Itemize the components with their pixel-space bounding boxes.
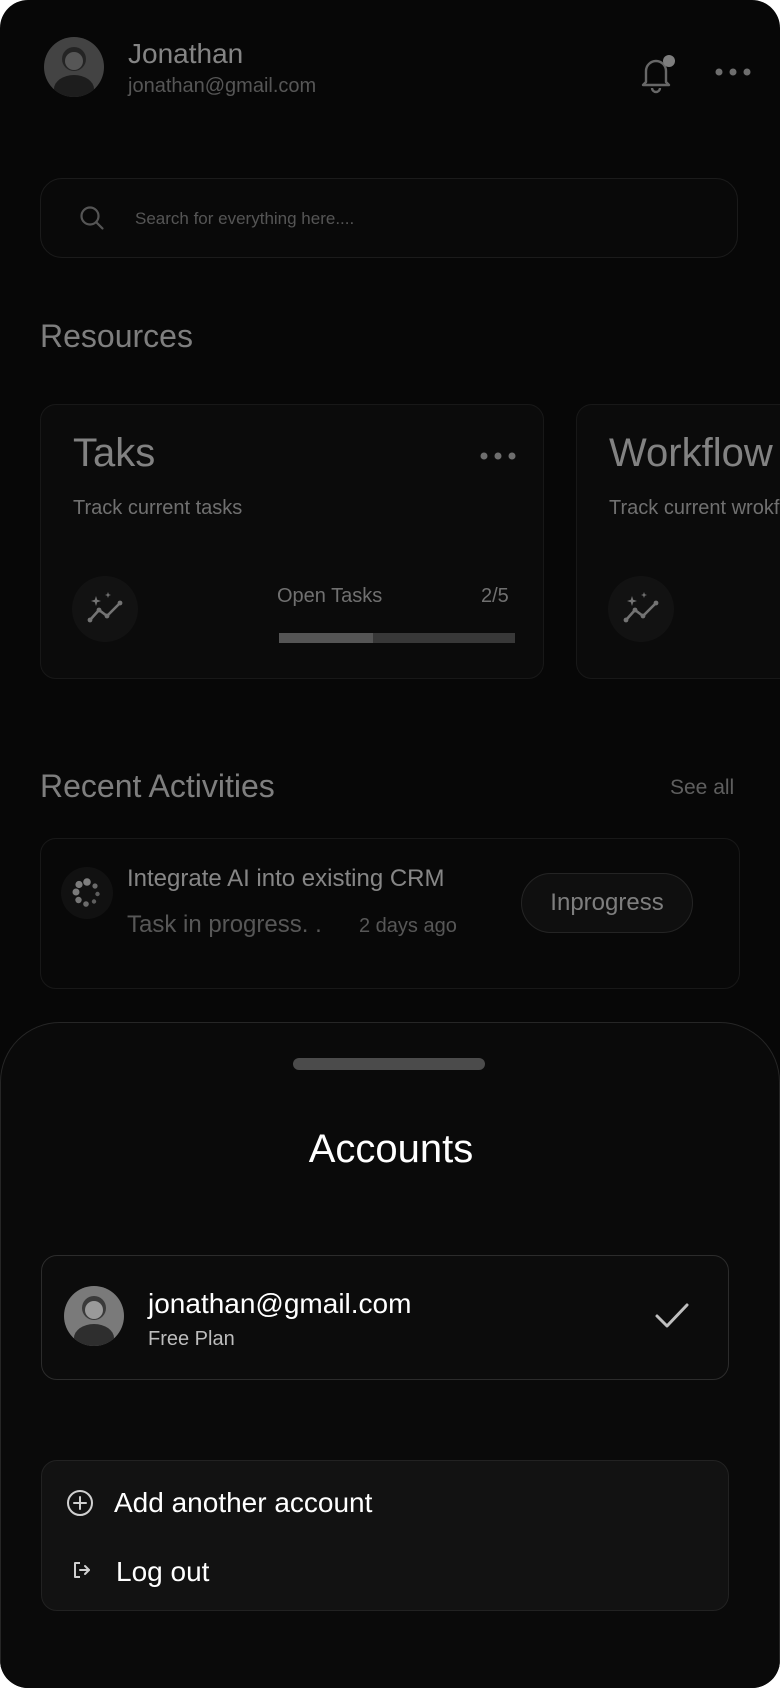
activity-status: Task in progress. . [127,911,322,938]
account-plan: Free Plan [148,1328,235,1350]
plus-circle-icon [66,1489,94,1517]
activity-title: Integrate AI into existing CRM [127,865,445,892]
accounts-sheet: Accounts jonathan@gmail.com Free Plan Ad… [0,1022,780,1688]
search-bar[interactable]: Search for everything here.... [40,178,738,258]
search-input[interactable]: Search for everything here.... [135,209,354,229]
activity-item[interactable]: Integrate AI into existing CRM Task in p… [40,838,740,989]
logout-label: Log out [116,1556,210,1587]
card-title: Workflow [609,431,773,475]
user-email: jonathan@gmail.com [128,75,317,97]
progress-fill [279,633,374,643]
check-icon [654,1300,690,1332]
more-horizontal-icon[interactable] [479,449,519,461]
sheet-handle[interactable] [293,1058,485,1070]
account-options: Add another account Log out [41,1460,729,1611]
recent-activities-title: Recent Activities [40,768,275,804]
logout-icon [72,1560,92,1580]
loader-icon [61,867,113,919]
logout-button[interactable]: Log out [42,1536,728,1611]
activity-time: 2 days ago [359,915,457,937]
add-account-button[interactable]: Add another account [42,1461,728,1536]
card-title: Taks [73,431,156,475]
sparkle-chart-icon [608,576,674,642]
see-all-link[interactable]: See all [670,776,734,800]
add-account-label: Add another account [114,1487,373,1518]
resource-card-tasks[interactable]: Taks Track current tasks Open Tasks 2/5 [40,404,544,679]
card-subtitle: Track current tasks [73,497,243,519]
avatar[interactable] [44,37,104,97]
more-horizontal-icon[interactable] [714,64,754,80]
resource-card-workflow[interactable]: Workflow Track current wrokflow [576,404,780,679]
status-badge: Inprogress [521,873,693,933]
account-item[interactable]: jonathan@gmail.com Free Plan [41,1255,729,1380]
resources-title: Resources [40,318,193,354]
progress-label: Open Tasks [277,585,383,607]
app-screen: Jonathan jonathan@gmail.com Search for e… [0,0,780,1688]
bell-icon[interactable] [636,52,676,94]
card-subtitle: Track current wrokflow [609,497,780,519]
account-email: jonathan@gmail.com [148,1288,412,1319]
avatar [64,1286,124,1346]
user-name: Jonathan [128,38,244,69]
search-icon [79,205,105,231]
sparkle-chart-icon [72,576,138,642]
progress-value: 2/5 [481,585,509,607]
sheet-title: Accounts [308,1127,474,1171]
progress-bar [279,633,515,643]
